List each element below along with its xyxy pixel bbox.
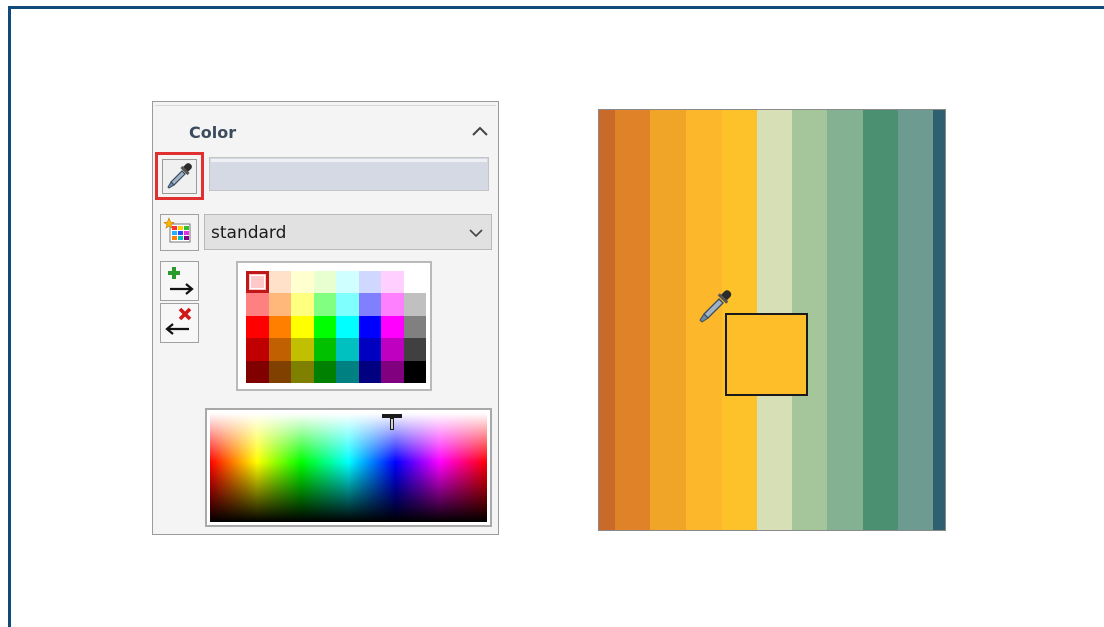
- palette-swatch[interactable]: [291, 293, 314, 316]
- panel-title: Color: [189, 123, 237, 142]
- color-spectrum-frame: [205, 408, 492, 527]
- palette-swatch[interactable]: [358, 315, 381, 339]
- color-panel: Color standard: [152, 101, 499, 535]
- color-palette-cells: [246, 271, 426, 383]
- eyedropper-icon: [167, 163, 192, 189]
- collapse-button[interactable]: [469, 120, 491, 142]
- preview-stripe: [897, 110, 934, 530]
- add-color-icon: [168, 267, 194, 295]
- palette-swatch[interactable]: [291, 315, 314, 339]
- palette-swatch[interactable]: [268, 315, 291, 339]
- palette-swatch[interactable]: [381, 293, 404, 316]
- palette-swatch[interactable]: [268, 338, 291, 361]
- palette-swatch[interactable]: [268, 293, 291, 316]
- palette-swatch[interactable]: [336, 315, 359, 339]
- palette-swatch[interactable]: [403, 293, 426, 316]
- current-color-field[interactable]: [209, 157, 489, 191]
- palette-swatch[interactable]: [313, 338, 336, 361]
- picked-color-swatch: [725, 313, 808, 396]
- palette-swatch[interactable]: [336, 271, 359, 294]
- palette-swatch[interactable]: [403, 338, 426, 361]
- palette-swatch[interactable]: [358, 293, 381, 316]
- preview-stripe: [599, 110, 615, 530]
- palette-swatch[interactable]: [268, 271, 291, 294]
- palette-swatch[interactable]: [291, 338, 314, 361]
- palette-swatch[interactable]: [291, 271, 314, 294]
- eyedropper-icon: [699, 290, 732, 323]
- palette-swatch[interactable]: [291, 360, 314, 383]
- color-palette-grid: [236, 261, 432, 391]
- palette-swatch[interactable]: [358, 360, 381, 383]
- chevron-down-icon: [469, 229, 483, 238]
- palette-swatch[interactable]: [268, 360, 291, 383]
- palette-swatch[interactable]: [246, 338, 269, 361]
- preview-stripe: [650, 110, 686, 530]
- eyedropper-button-face: [162, 159, 197, 194]
- palette-swatch[interactable]: [246, 271, 269, 294]
- palette-swatch[interactable]: [336, 360, 359, 383]
- spectrum-crosshair-icon: [382, 414, 402, 430]
- palette-swatch[interactable]: [313, 360, 336, 383]
- chevron-up-icon: [472, 126, 488, 136]
- current-color-field-highlight: [211, 159, 487, 162]
- palette-swatch[interactable]: [246, 315, 269, 339]
- palette-swatch[interactable]: [246, 293, 269, 316]
- palette-swatch[interactable]: [403, 315, 426, 339]
- palette-swatch[interactable]: [403, 360, 426, 383]
- palette-swatch[interactable]: [358, 271, 381, 294]
- palette-icon: [163, 217, 191, 243]
- palette-swatch[interactable]: [336, 338, 359, 361]
- color-spectrum[interactable]: [210, 413, 487, 522]
- preview-stripe: [862, 110, 898, 530]
- palette-select[interactable]: standard: [204, 214, 492, 250]
- palette-swatch[interactable]: [358, 338, 381, 361]
- palette-swatch[interactable]: [381, 271, 404, 294]
- palette-swatch[interactable]: [381, 338, 404, 361]
- eyedropper-button[interactable]: [155, 152, 204, 200]
- panel-top-border: [155, 105, 496, 106]
- palette-swatch[interactable]: [313, 293, 336, 316]
- remove-color-button[interactable]: [160, 303, 199, 343]
- spectrum-black-layer: [210, 413, 487, 522]
- palette-swatch[interactable]: [336, 293, 359, 316]
- palette-swatch[interactable]: [381, 315, 404, 339]
- add-color-button[interactable]: [160, 261, 199, 301]
- preview-stripe: [933, 110, 945, 530]
- remove-color-icon: [165, 307, 192, 335]
- palette-swatch[interactable]: [313, 271, 336, 294]
- palette-editor-button[interactable]: [160, 214, 199, 251]
- preview-stripe: [827, 110, 863, 530]
- preview-stripe: [614, 110, 651, 530]
- palette-swatch[interactable]: [246, 360, 269, 383]
- palette-swatch[interactable]: [403, 271, 426, 294]
- palette-swatch[interactable]: [313, 315, 336, 339]
- palette-swatch[interactable]: [381, 360, 404, 383]
- palette-select-value: standard: [211, 223, 287, 243]
